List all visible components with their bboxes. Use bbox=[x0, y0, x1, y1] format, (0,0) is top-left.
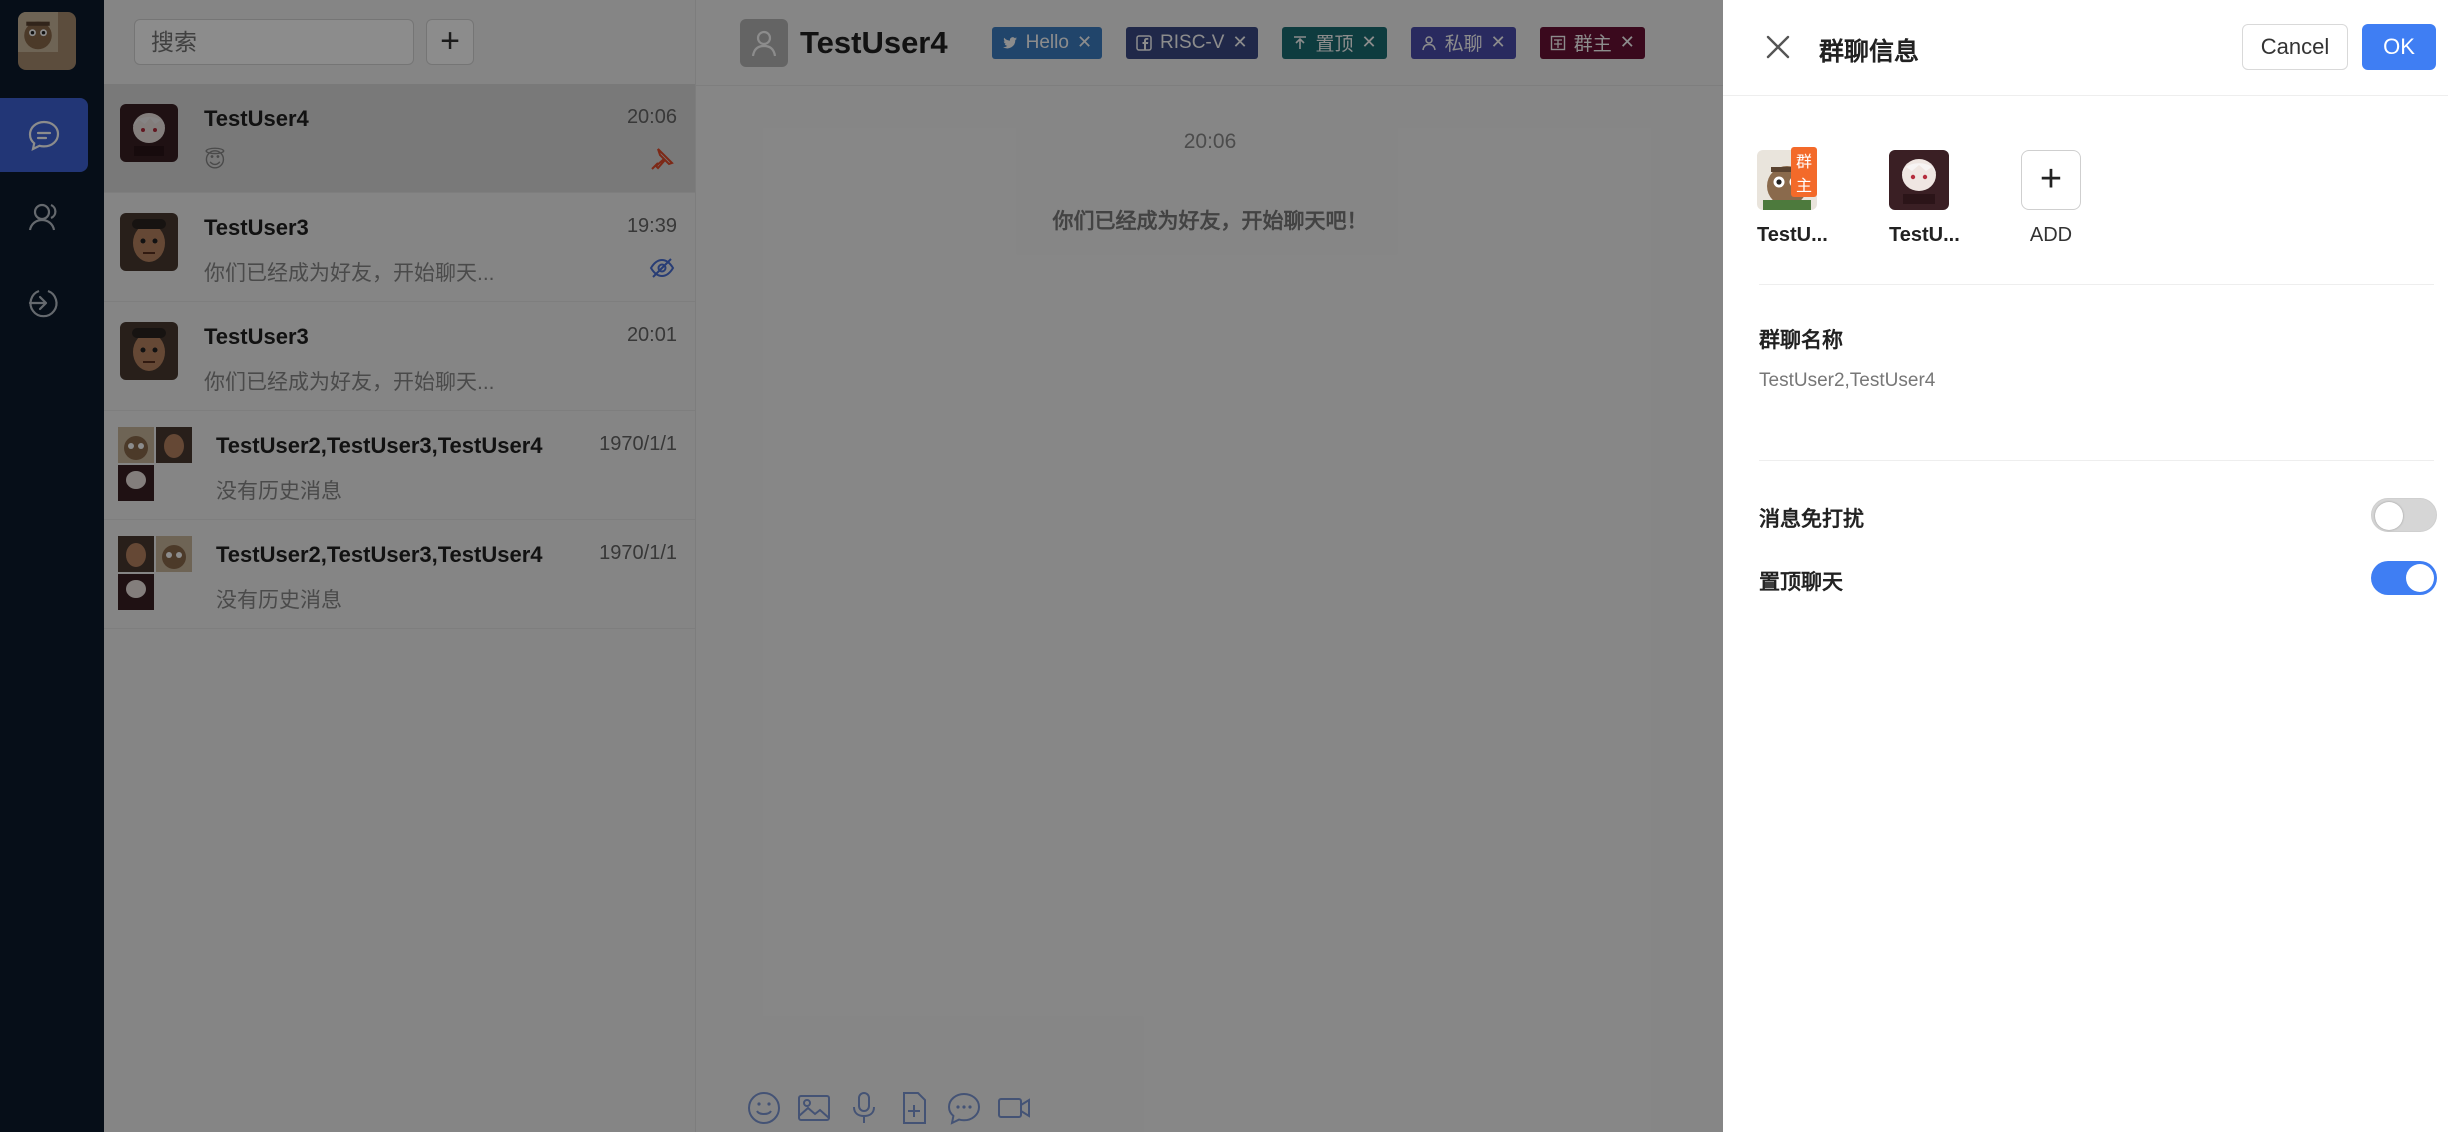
divider bbox=[1759, 284, 2434, 285]
toggle-knob bbox=[2406, 564, 2434, 592]
mute-label: 消息免打扰 bbox=[1759, 508, 1864, 531]
member-name: TestU... bbox=[1757, 224, 1828, 246]
member-list: 群主 TestU... TestU... + ADD bbox=[1757, 147, 2081, 247]
group-name-label: 群聊名称 bbox=[1759, 329, 1843, 352]
divider bbox=[1759, 460, 2434, 461]
close-icon[interactable] bbox=[1763, 32, 1793, 62]
add-member-label: ADD bbox=[2029, 224, 2073, 246]
owner-badge: 群主 bbox=[1791, 147, 1817, 197]
toggle-knob bbox=[2375, 502, 2403, 530]
cancel-button[interactable]: Cancel bbox=[2242, 24, 2348, 70]
avatar bbox=[1889, 150, 1949, 210]
member-name: TestU... bbox=[1889, 224, 1960, 246]
member-item[interactable]: TestU... bbox=[1889, 150, 1960, 247]
member-item[interactable]: 群主 TestU... bbox=[1757, 147, 1828, 247]
plus-icon[interactable]: + bbox=[2021, 150, 2081, 210]
drawer-header: 群聊信息 Cancel OK bbox=[1723, 0, 2448, 96]
pin-chat-toggle[interactable] bbox=[2371, 561, 2437, 595]
drawer-title: 群聊信息 bbox=[1819, 38, 1920, 66]
group-info-drawer: 群聊信息 Cancel OK 群主 TestU... TestU... + AD… bbox=[1723, 0, 2448, 1132]
add-member-button[interactable]: + ADD bbox=[2021, 150, 2081, 247]
mute-toggle[interactable] bbox=[2371, 498, 2437, 532]
modal-overlay[interactable] bbox=[0, 0, 1723, 1132]
group-name-value[interactable]: TestUser2,TestUser4 bbox=[1759, 370, 1935, 392]
pin-chat-label: 置顶聊天 bbox=[1759, 571, 1843, 594]
ok-button[interactable]: OK bbox=[2362, 24, 2436, 70]
